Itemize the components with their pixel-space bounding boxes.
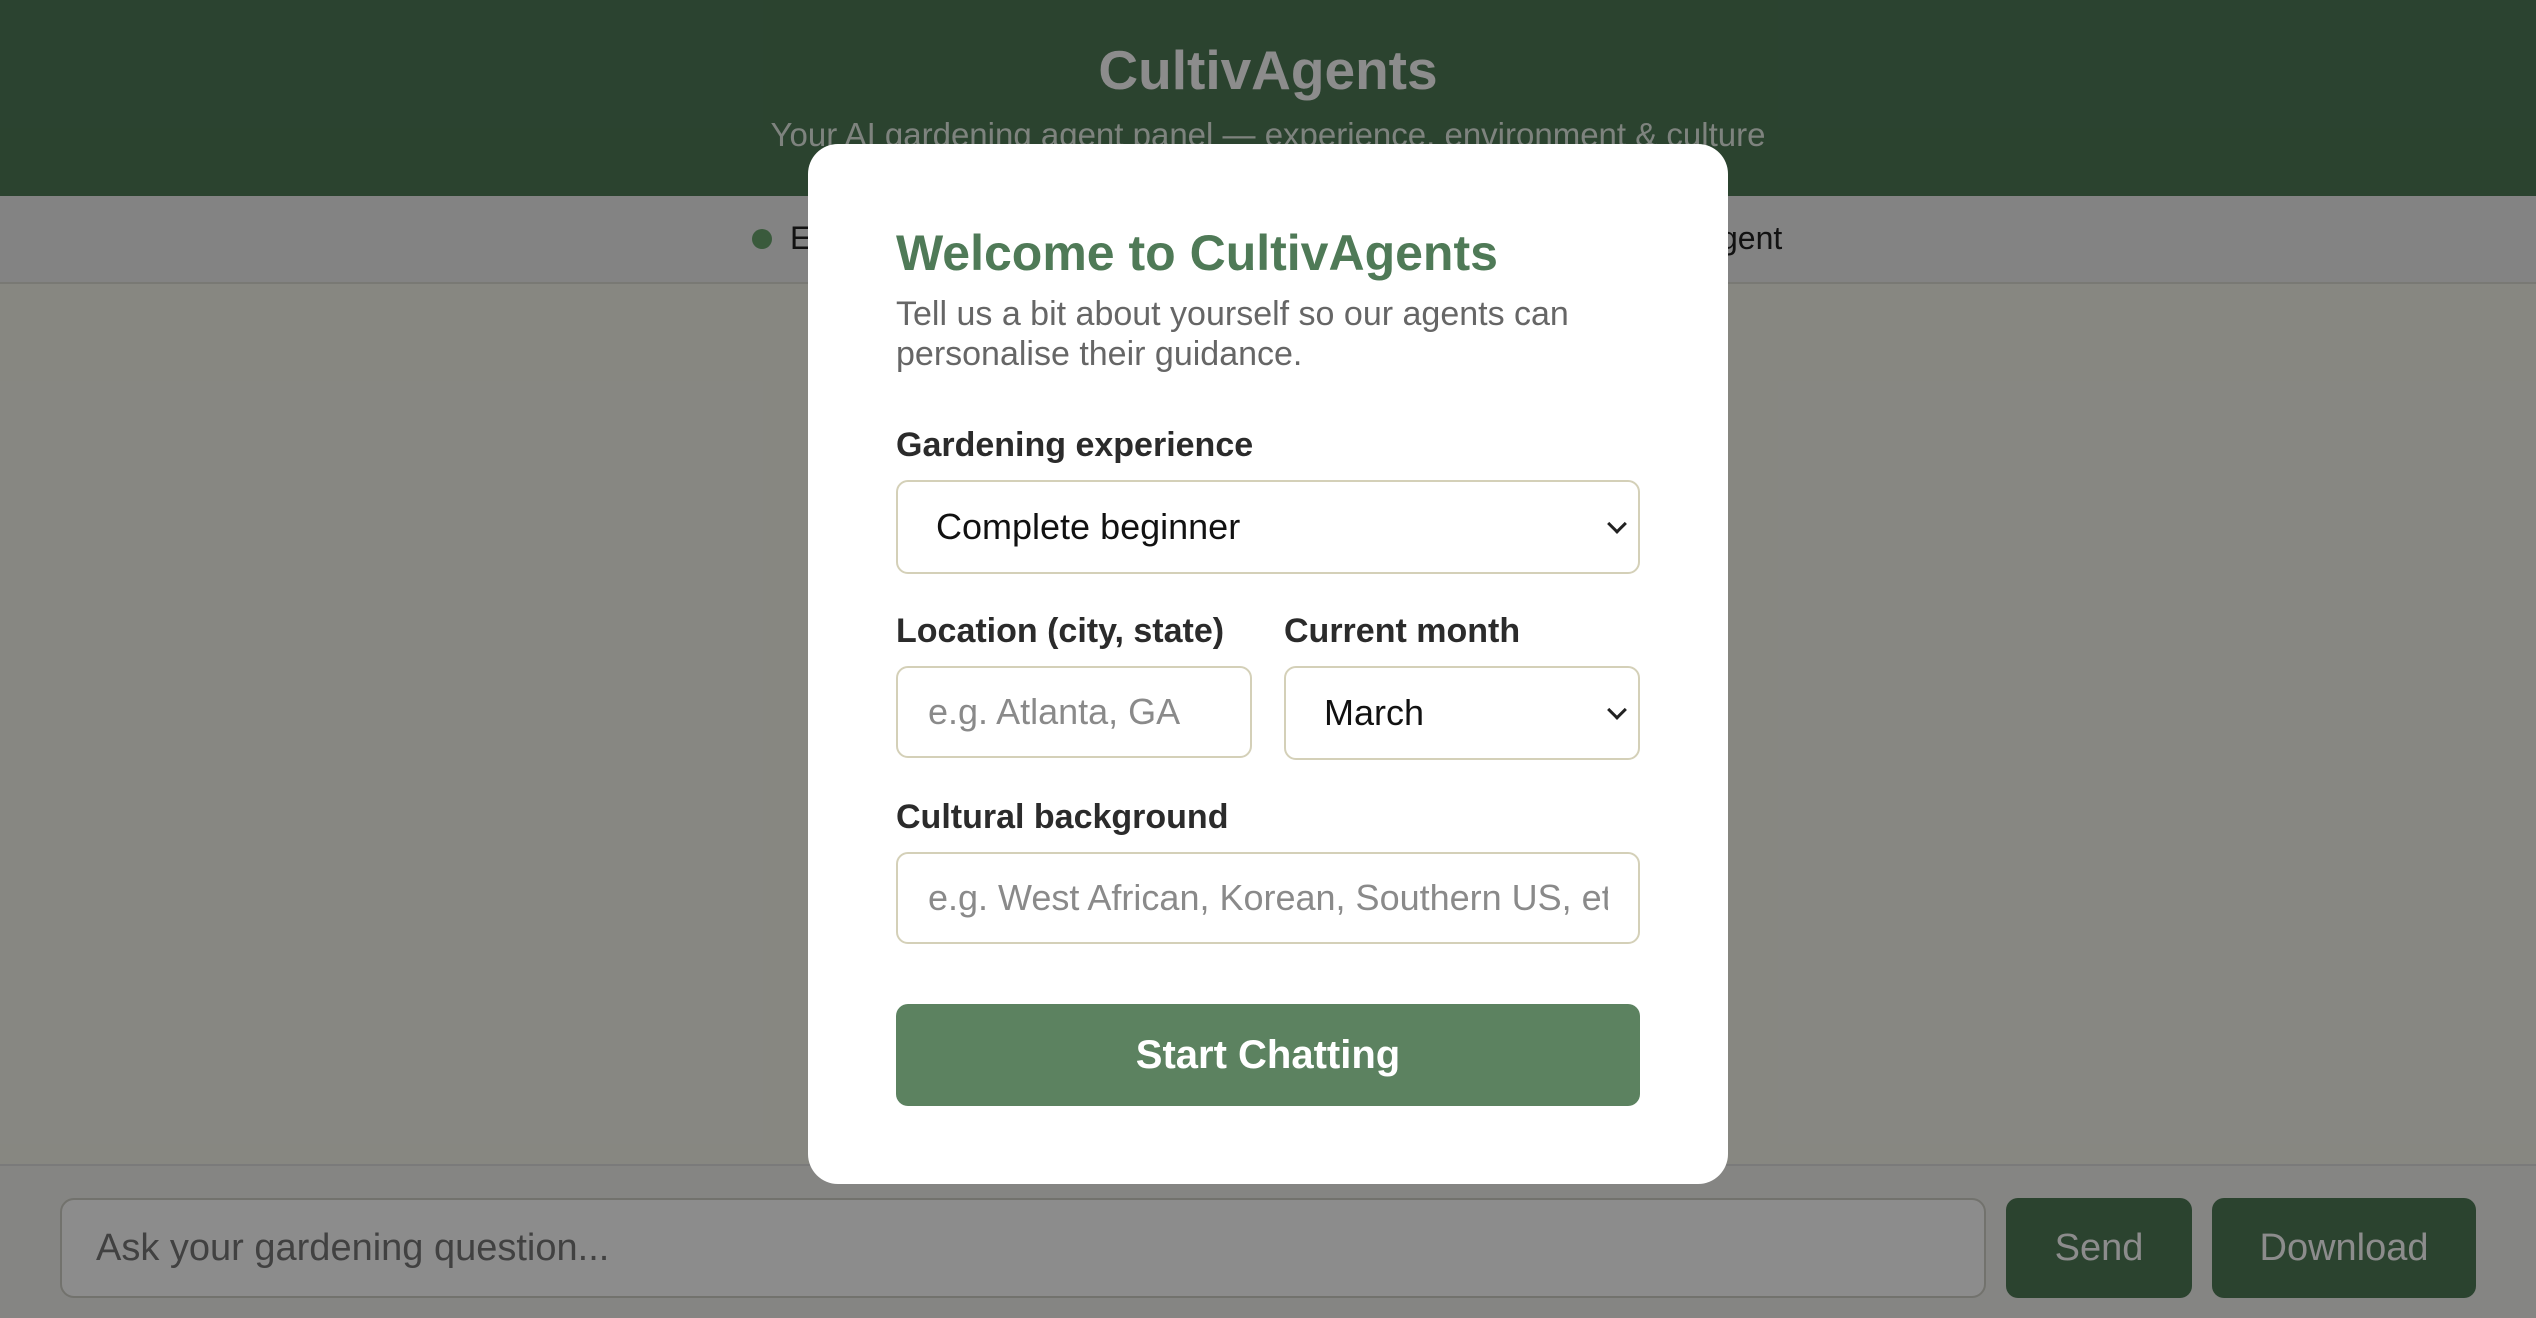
modal-description: Tell us a bit about yourself so our agen… <box>896 295 1569 373</box>
experience-select[interactable]: Complete beginner <box>896 480 1640 574</box>
start-chatting-button[interactable]: Start Chatting <box>896 1004 1640 1106</box>
chevron-down-icon <box>1607 514 1627 534</box>
location-label: Location (city, state) <box>896 612 1225 650</box>
welcome-modal: Welcome to CultivAgents Tell us a bit ab… <box>808 144 1728 1184</box>
month-select[interactable]: March <box>1284 666 1640 760</box>
month-label: Current month <box>1284 612 1521 650</box>
culture-input[interactable] <box>896 852 1640 944</box>
chevron-down-icon <box>1607 700 1627 720</box>
location-input[interactable] <box>896 666 1252 758</box>
experience-label: Gardening experience <box>896 426 1254 464</box>
modal-title: Welcome to CultivAgents <box>896 225 1498 281</box>
culture-label: Cultural background <box>896 798 1229 836</box>
month-selected-value: March <box>1324 692 1425 733</box>
experience-selected-value: Complete beginner <box>936 506 1241 547</box>
